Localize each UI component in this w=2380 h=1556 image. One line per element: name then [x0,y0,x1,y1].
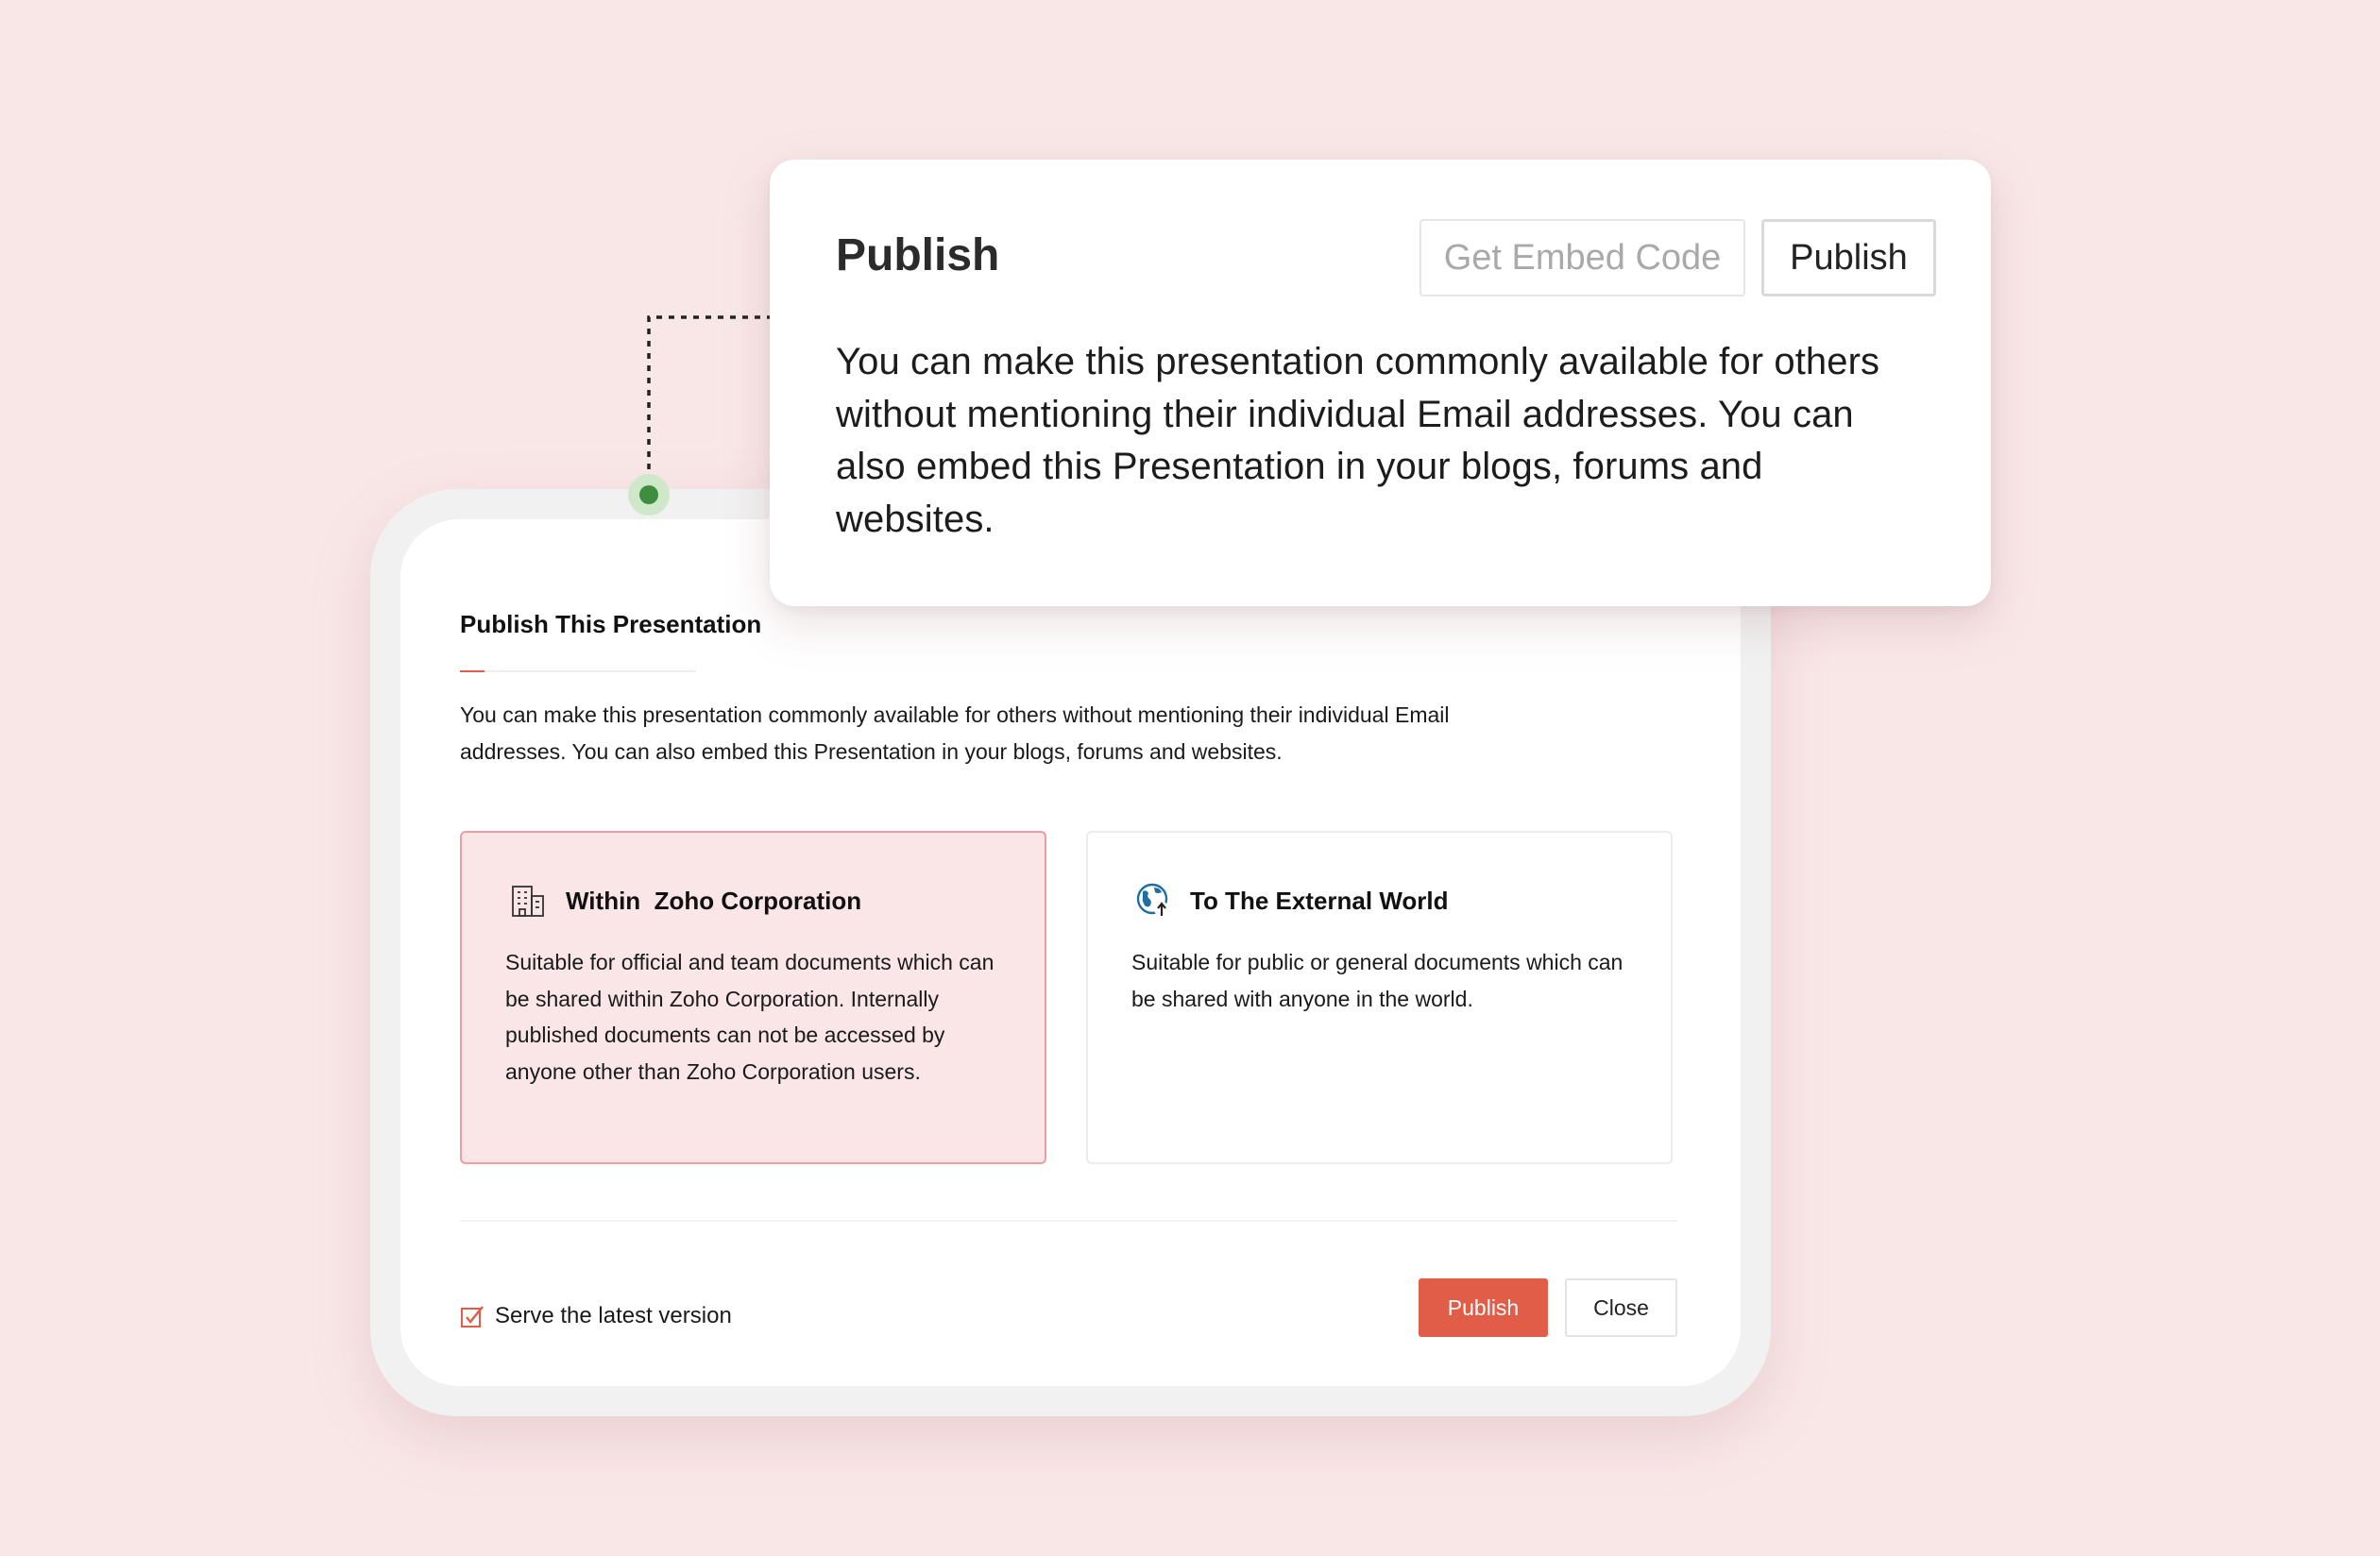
publish-dialog: Publish This Presentation You can make t… [400,519,1741,1386]
dialog-description: You can make this presentation commonly … [460,702,1450,764]
option-within-organization[interactable]: Within Zoho Corporation Suitable for off… [460,831,1046,1164]
option-description: Suitable for official and team documents… [505,950,994,1084]
footer-divider [460,1220,1677,1222]
serve-latest-checkbox[interactable] [460,1304,484,1328]
device-frame: Publish This Presentation You can make t… [370,489,1771,1416]
callout-title: Publish [836,230,1000,280]
callout-publish-button[interactable]: Publish [1761,219,1936,296]
option-title: Within Zoho Corporation [566,886,862,915]
callout-description: You can make this presentation commonly … [836,341,1880,540]
get-embed-code-button[interactable]: Get Embed Code [1420,219,1745,296]
building-icon [509,882,547,920]
globe-upload-icon [1135,882,1173,920]
serve-latest-label[interactable]: Serve the latest version [495,1303,732,1329]
option-title: To The External World [1190,886,1449,915]
publish-callout: Publish Get Embed Code Publish You can m… [770,160,1991,606]
dialog-title: Publish This Presentation [460,610,762,638]
option-external-world[interactable]: To The External World Suitable for publi… [1086,831,1673,1164]
close-button[interactable]: Close [1565,1278,1677,1337]
publish-button[interactable]: Publish [1419,1278,1548,1337]
option-description: Suitable for public or general documents… [1131,950,1624,1011]
option-header: Within Zoho Corporation [509,882,861,920]
title-underline [460,670,696,672]
option-header: To The External World [1135,882,1449,920]
serve-latest-row: Serve the latest version [460,1303,732,1329]
